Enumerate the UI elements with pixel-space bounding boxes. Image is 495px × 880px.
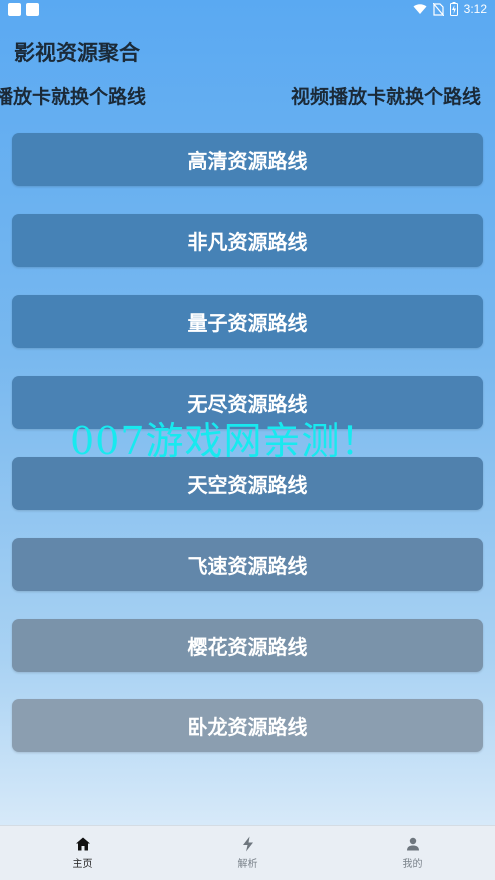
route-button-feifan[interactable]: 非凡资源路线: [12, 214, 483, 267]
route-button-tiankong[interactable]: 天空资源路线: [12, 457, 483, 510]
nav-label: 解析: [237, 859, 258, 870]
home-icon: [75, 837, 90, 851]
marquee-text-left: 播放卡就换个路线: [0, 86, 147, 108]
marquee-text-right: 视频播放卡就换个路线: [291, 86, 482, 108]
clock: 3:12: [463, 2, 487, 16]
status-bar: 3:12: [0, 0, 495, 20]
route-button-yinghua[interactable]: 樱花资源路线: [12, 619, 483, 672]
nav-label: 主页: [72, 859, 93, 870]
route-button-feisu[interactable]: 飞速资源路线: [12, 538, 483, 591]
battery-charging-icon: [449, 2, 458, 16]
route-button-gaoqing[interactable]: 高清资源路线: [12, 133, 483, 186]
notification-icon: [26, 3, 39, 16]
bottom-nav: 主页 解析 我的: [0, 825, 495, 880]
route-button-wujin[interactable]: 无尽资源路线: [12, 376, 483, 429]
status-icons: 3:12: [413, 2, 487, 16]
nav-item-parse[interactable]: 解析: [165, 826, 330, 880]
nav-item-mine[interactable]: 我的: [330, 826, 495, 880]
user-icon: [406, 837, 419, 851]
wifi-icon: [413, 4, 427, 14]
nav-item-home[interactable]: 主页: [0, 826, 165, 880]
notification-icons: [8, 3, 39, 16]
app-title: 影视资源聚合: [14, 41, 140, 65]
notification-icon: [8, 3, 21, 16]
marquee-notice: 播放卡就换个路线 视频播放卡就换个路线: [0, 82, 495, 110]
no-sim-icon: [432, 2, 444, 16]
nav-label: 我的: [402, 859, 423, 870]
lightning-icon: [242, 836, 253, 852]
route-button-wolong[interactable]: 卧龙资源路线: [12, 699, 483, 752]
route-button-liangzi[interactable]: 量子资源路线: [12, 295, 483, 348]
